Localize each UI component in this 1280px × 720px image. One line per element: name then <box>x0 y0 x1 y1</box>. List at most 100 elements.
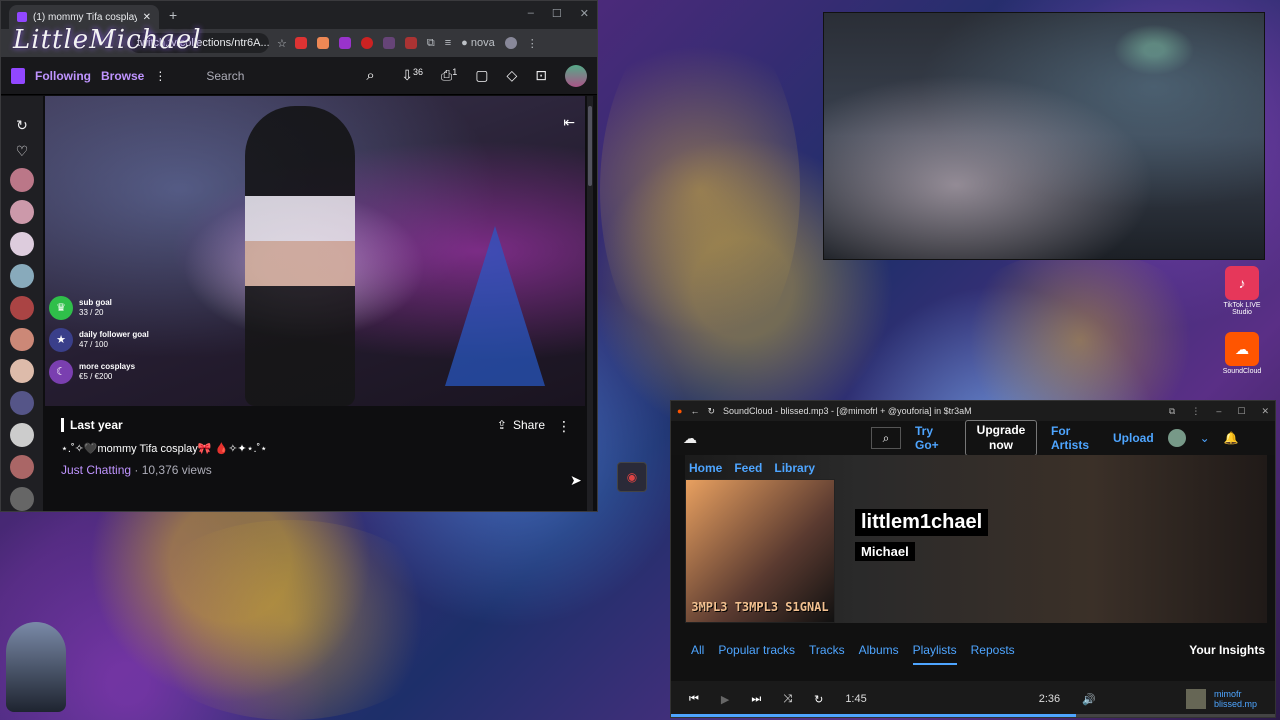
for-artists-link[interactable]: For Artists <box>1051 424 1099 452</box>
extension-orange-icon[interactable] <box>316 37 329 49</box>
bits-icon[interactable]: ◇ <box>506 67 517 84</box>
minimize-icon[interactable]: – <box>1216 406 1221 417</box>
refresh-icon[interactable]: ↻ <box>13 116 31 134</box>
share-button[interactable]: ⇪ Share <box>497 418 545 432</box>
streamer-figure <box>245 106 355 406</box>
shuffle-icon[interactable]: ⤨ <box>783 693 792 706</box>
browser-window: (1) mommy Tifa cosplay ✕ + – ☐ ✕ twitch.… <box>0 0 598 512</box>
channel-avatar[interactable] <box>10 327 34 352</box>
menu-lines-icon[interactable]: ≡ <box>445 37 451 49</box>
back-arrow-icon[interactable]: ← <box>690 406 699 416</box>
side-rail: ↻ ♡ <box>1 96 43 511</box>
repeat-icon[interactable]: ↻ <box>814 693 823 706</box>
tab-all[interactable]: All <box>691 643 704 665</box>
library-tab[interactable]: Library <box>774 461 815 475</box>
search-icon[interactable]: ⌕ <box>366 67 374 84</box>
tiktok-live-shortcut[interactable]: ♪ TikTok LIVE Studio <box>1214 266 1270 316</box>
channel-avatar[interactable] <box>10 263 34 288</box>
tab-playlists[interactable]: Playlists <box>912 643 957 665</box>
play-icon[interactable]: ▶ <box>721 693 729 706</box>
stream-goals: ♛ sub goal 33 / 20 ★ daily follower goal… <box>49 296 149 384</box>
upload-link[interactable]: Upload <box>1113 431 1154 445</box>
extensions-row: ⧉ ≡ ● nova ⋮ <box>294 37 538 50</box>
chevron-down-icon[interactable]: ⌄ <box>1200 431 1210 445</box>
twitch-logo-icon[interactable] <box>11 67 25 84</box>
channel-avatar[interactable] <box>10 231 34 256</box>
more-options-icon[interactable]: ⋮ <box>557 418 571 435</box>
tab-reposts[interactable]: Reposts <box>971 643 1015 665</box>
extension-purple-icon[interactable] <box>338 37 351 49</box>
drops-icon[interactable]: ⇩36 <box>401 67 423 84</box>
user-avatar[interactable] <box>565 64 587 87</box>
notifications-icon[interactable]: ⎙1 <box>441 67 457 84</box>
prime-icon[interactable]: ⊡ <box>535 67 547 84</box>
scrollbar-thumb[interactable] <box>588 106 592 186</box>
progress-fill <box>671 714 1076 717</box>
nav-browse[interactable]: Browse <box>101 69 144 83</box>
video-player[interactable]: ⇤ ♛ sub goal 33 / 20 ★ daily follower go… <box>45 96 585 406</box>
search-input[interactable]: Search <box>206 69 356 83</box>
volume-icon[interactable]: 🔊 <box>1082 693 1096 706</box>
extension-badge-icon[interactable] <box>404 37 417 49</box>
nav-following[interactable]: Following <box>35 69 91 83</box>
tab-albums[interactable]: Albums <box>859 643 899 665</box>
channel-avatar[interactable] <box>10 487 34 511</box>
maximize-icon[interactable]: ☐ <box>1237 406 1245 417</box>
channel-avatar[interactable] <box>10 199 34 224</box>
bookmark-star-icon[interactable]: ☆ <box>277 37 287 50</box>
minimize-icon[interactable]: – <box>528 7 534 20</box>
extensions-puzzle-icon[interactable]: ⧉ <box>427 37 435 50</box>
close-icon[interactable]: ✕ <box>143 12 151 23</box>
channel-avatar[interactable] <box>10 359 34 384</box>
now-playing[interactable]: mimofr blissed.mp <box>1185 689 1257 709</box>
home-tab[interactable]: Home <box>689 461 722 475</box>
nova-extension[interactable]: ● nova <box>461 37 495 49</box>
tab-tracks[interactable]: Tracks <box>809 643 845 665</box>
goal-label: sub goal <box>79 298 112 307</box>
browser-menu-icon[interactable]: ⋮ <box>527 37 538 50</box>
new-tab-icon[interactable]: + <box>169 7 177 23</box>
category-link[interactable]: Just Chatting <box>61 463 131 477</box>
soundcloud-shortcut[interactable]: ☁ SoundCloud <box>1214 332 1270 375</box>
next-icon[interactable]: ⏭ <box>751 693 761 706</box>
extensions-icon[interactable]: ⧉ <box>1169 406 1175 417</box>
extension-red-icon[interactable] <box>294 37 307 49</box>
sc-avatar[interactable] <box>1167 429 1186 447</box>
search-icon[interactable]: ⌕ <box>871 427 901 449</box>
try-go-link[interactable]: Try Go+ <box>915 424 951 452</box>
taskbar-app-icon[interactable]: ◉ <box>617 462 647 492</box>
progress-bar[interactable] <box>671 714 1275 717</box>
channel-avatar[interactable] <box>10 295 34 320</box>
soundcloud-logo-icon[interactable]: ☁ <box>683 430 697 447</box>
upgrade-button[interactable]: Upgrade now <box>965 420 1037 456</box>
channel-avatar[interactable] <box>10 391 34 416</box>
share-icon: ⇪ <box>496 418 507 432</box>
more-menu-icon[interactable]: ⋮ <box>154 69 166 83</box>
twitch-navbar: Following Browse ⋮ Search ⌕ ⇩36 ⎙1 ▢ ◇ ⊡ <box>1 57 597 95</box>
extension-game-icon[interactable] <box>382 37 395 49</box>
your-insights-link[interactable]: Your Insights <box>1189 643 1265 665</box>
christmas-tree <box>445 226 545 386</box>
elapsed-time: 1:45 <box>845 693 867 705</box>
video-meta: Just Chatting · 10,376 views <box>61 463 577 477</box>
tab-popular-tracks[interactable]: Popular tracks <box>718 643 795 665</box>
collapse-arrow-icon[interactable]: ⇤ <box>563 114 575 131</box>
bell-icon[interactable]: 🔔 <box>1224 431 1239 445</box>
profile-banner: Home Feed Library 3MPL3 T3MPL3 S1GNAL li… <box>685 455 1267 623</box>
sc-titlebar: ● ← ↻ SoundCloud - blissed.mp3 - [@mimof… <box>671 401 1275 421</box>
feed-tab[interactable]: Feed <box>734 461 762 475</box>
channel-avatar[interactable] <box>10 423 34 448</box>
profile-extension-icon[interactable] <box>504 37 517 49</box>
previous-icon[interactable]: ⏮ <box>689 693 699 706</box>
channel-avatar[interactable] <box>10 455 34 480</box>
reload-icon[interactable]: ↻ <box>707 406 715 417</box>
close-window-icon[interactable]: ✕ <box>580 7 589 20</box>
sc-menu-icon[interactable]: ⋮ <box>1191 406 1200 417</box>
close-window-icon[interactable]: ✕ <box>1261 406 1269 417</box>
sub-goal-icon: ♛ <box>49 296 73 320</box>
maximize-icon[interactable]: ☐ <box>552 7 562 20</box>
whispers-icon[interactable]: ▢ <box>475 67 488 84</box>
heart-icon[interactable]: ♡ <box>13 142 31 160</box>
extension-record-icon[interactable] <box>360 37 373 49</box>
channel-avatar[interactable] <box>10 168 34 192</box>
